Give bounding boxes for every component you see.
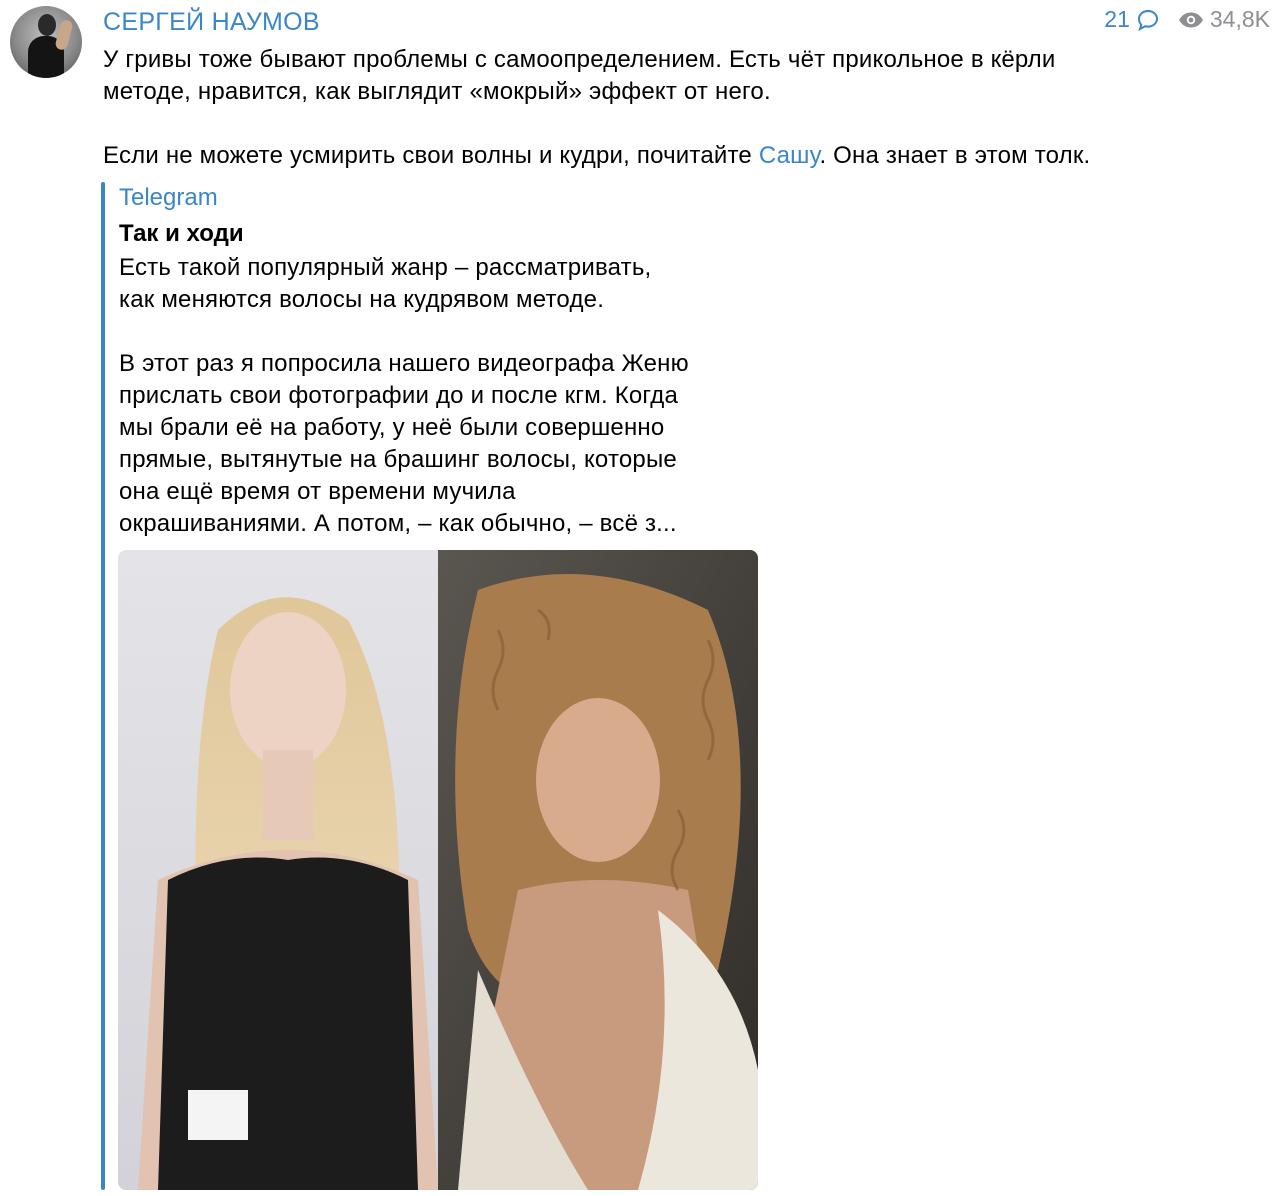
quote-line: прислать свои фотографии до и после кгм.… [119,382,679,409]
views-count: 34,8K [1209,6,1270,32]
post-line: Если не можете усмирить свои волны и куд… [103,140,1253,172]
quote-line: прямые, вытянутые на брашинг волосы, кот… [119,446,677,473]
author-name[interactable]: СЕРГЕЙ НАУМОВ [103,8,320,37]
before-after-photo [118,550,758,1190]
comments-button[interactable]: 21 [1104,6,1160,33]
post-meta: 21 34,8K [1104,6,1270,33]
avatar-arm [54,18,74,52]
quote-bar [101,182,105,1190]
post-text-segment: . Она знает в этом толк. [819,142,1091,169]
quote-line: окрашиваниями. А потом, – как обычно, – … [119,510,677,537]
comment-icon [1137,9,1158,31]
comments-count: 21 [1104,6,1130,32]
quote-photo[interactable] [118,550,758,1190]
post-text: У гривы тоже бывают проблемы с самоопред… [103,44,1253,172]
quote-line: мы брали её на работу, у неё были соверш… [119,414,665,441]
quote-line: Есть такой популярный жанр – рассматрива… [119,254,652,281]
sasha-link[interactable]: Сашу [759,142,820,169]
quote-line: она ещё время от времени мучила [119,478,516,505]
avatar[interactable] [10,6,82,78]
post-text-segment: Если не можете усмирить свои волны и куд… [103,142,759,169]
views-counter: 34,8K [1178,6,1270,33]
quote-title: Так и ходи [119,220,244,247]
avatar-head [38,14,56,36]
quote-source[interactable]: Telegram [119,184,218,212]
post-line: методе, нравится, как выглядит «мокрый» … [103,78,771,105]
post-line: У гривы тоже бывают проблемы с самоопред… [103,46,1056,73]
quote-line: как меняются волосы на кудрявом методе. [119,286,605,313]
quote-line: В этот раз я попросила нашего видеографа… [119,350,689,377]
eye-icon [1178,12,1203,27]
quote-body: Есть такой популярный жанр – рассматрива… [119,252,779,540]
